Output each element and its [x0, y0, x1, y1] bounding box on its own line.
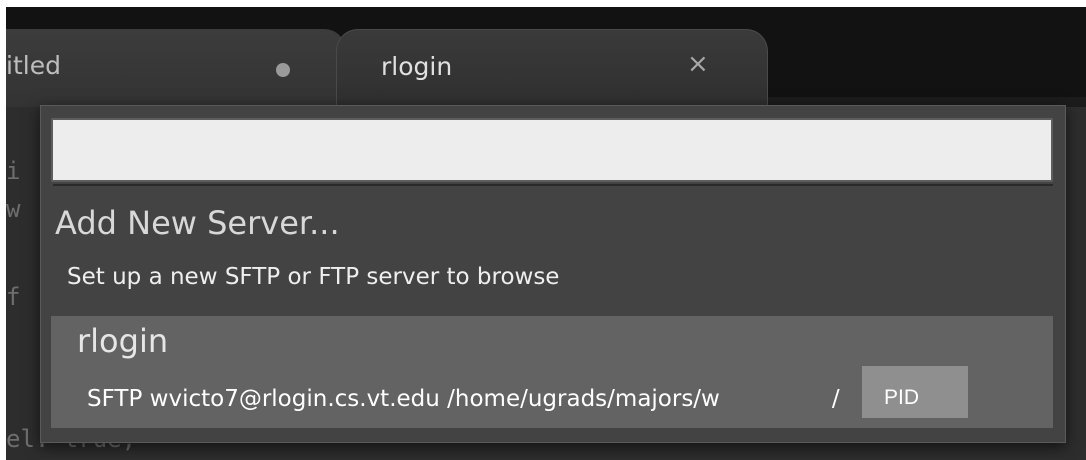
- server-path-suffix: /: [831, 386, 840, 412]
- tab-bar: itled rlogin ×: [6, 7, 1086, 110]
- input-divider: [53, 184, 1053, 186]
- tab-label: rlogin: [381, 52, 453, 81]
- code-line: w: [6, 195, 21, 223]
- list-item-add-new-server[interactable]: Add New Server... Set up a new SFTP or F…: [51, 198, 1053, 306]
- close-icon[interactable]: ×: [687, 49, 709, 79]
- code-line: f: [6, 283, 21, 311]
- tab-label: itled: [6, 51, 61, 80]
- item-title: Add New Server...: [55, 204, 340, 242]
- server-path: SFTP wvicto7@rlogin.cs.vt.edu /home/ugra…: [87, 386, 720, 412]
- redaction-box: PID: [862, 366, 968, 418]
- tab-untitled[interactable]: itled: [6, 29, 346, 109]
- code-line: i: [6, 157, 21, 185]
- modified-dot-icon: [276, 63, 290, 77]
- item-subtitle: SFTP wvicto7@rlogin.cs.vt.edu /home/ugra…: [87, 386, 840, 412]
- server-search-input[interactable]: [51, 118, 1053, 182]
- tab-rlogin[interactable]: rlogin ×: [336, 29, 768, 110]
- item-title: rlogin: [77, 322, 169, 360]
- item-subtitle: Set up a new SFTP or FTP server to brows…: [67, 264, 560, 290]
